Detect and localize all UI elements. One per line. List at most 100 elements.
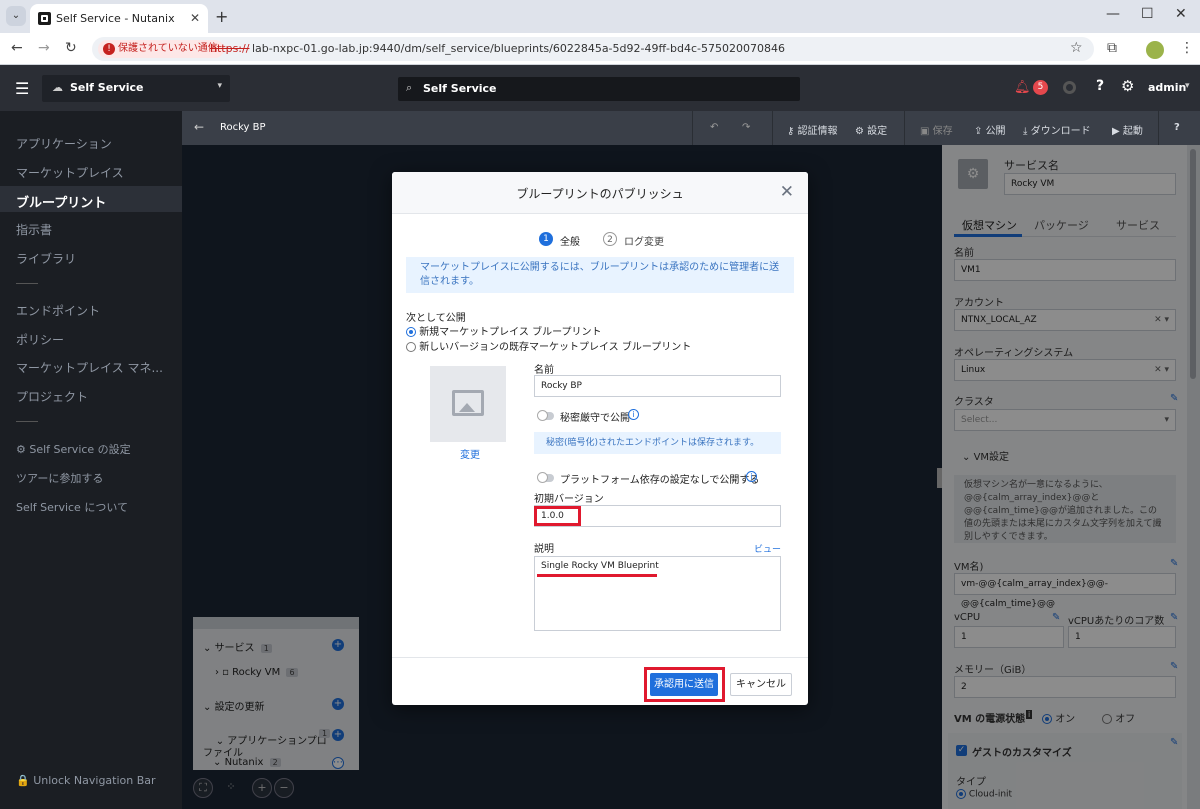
sidebar-item-settings[interactable]: ⚙ Self Service の設定 bbox=[16, 441, 131, 457]
secret-toggle[interactable] bbox=[537, 410, 554, 421]
upload-icon: ⇪ bbox=[974, 126, 986, 137]
step-2-label[interactable]: ログ変更 bbox=[624, 233, 664, 248]
new-tab-button[interactable]: + bbox=[215, 7, 228, 26]
minimize-button[interactable]: — bbox=[1106, 6, 1120, 22]
gear-icon[interactable]: ⚙ bbox=[1121, 77, 1134, 95]
launch-label: 起動 bbox=[1122, 126, 1143, 137]
extensions-icon[interactable]: ⧉ bbox=[1107, 40, 1117, 56]
save-button[interactable]: ▣ 保存 bbox=[920, 122, 953, 137]
info-icon[interactable]: i bbox=[628, 409, 639, 420]
sidebar-item-runbooks[interactable]: 指示書 bbox=[16, 221, 52, 238]
highlight-annotation bbox=[534, 506, 581, 526]
name-label: 名前 bbox=[534, 365, 554, 376]
search-label: Self Service bbox=[423, 82, 497, 95]
maximize-button[interactable]: ☐ bbox=[1141, 6, 1154, 22]
sidebar-item-marketplace[interactable]: マーケットプレイス bbox=[16, 164, 124, 181]
submit-approval-button[interactable]: 承認用に送信 bbox=[650, 673, 718, 696]
download-icon: ⤓ bbox=[1023, 126, 1031, 137]
browser-tab[interactable]: Self Service - Nutanix ✕ bbox=[30, 4, 208, 33]
gear-icon: ⚙ bbox=[855, 126, 868, 137]
description-textarea[interactable]: Single Rocky VM Blueprint bbox=[534, 556, 781, 631]
sidebar-item-tour[interactable]: ツアーに参加する bbox=[16, 470, 103, 486]
profile-avatar[interactable] bbox=[1146, 41, 1164, 59]
help-icon[interactable]: ? bbox=[1096, 78, 1104, 94]
app-name: Self Service bbox=[70, 81, 144, 94]
platform-toggle[interactable] bbox=[537, 472, 554, 483]
sidebar-item-blueprints[interactable]: ブループリント bbox=[16, 192, 106, 211]
browser-tab-bar: ⌄ Self Service - Nutanix ✕ + — ☐ ✕ bbox=[0, 0, 1200, 33]
sidebar-item-policies[interactable]: ポリシー bbox=[16, 331, 64, 348]
chevron-down-icon: ▾ bbox=[1185, 81, 1190, 91]
version-label: 初期バージョン bbox=[534, 494, 604, 505]
browser-menu-icon[interactable]: ⋮ bbox=[1180, 40, 1194, 56]
download-button[interactable]: ⤓ ダウンロード bbox=[1023, 122, 1091, 137]
url-input[interactable]: ! 保護されていない通信 https:// lab-nxpc-01.go-lab… bbox=[92, 37, 1094, 61]
sidebar: アプリケーション マーケットプレイス ブループリント 指示書 ライブラリ エンド… bbox=[0, 111, 182, 809]
info-icon[interactable]: i bbox=[746, 471, 757, 482]
publish-button[interactable]: ⇪ 公開 bbox=[974, 122, 1006, 137]
hamburger-menu-icon[interactable]: ☰ bbox=[15, 79, 29, 98]
image-icon bbox=[452, 390, 484, 416]
sidebar-item-about[interactable]: Self Service について bbox=[16, 499, 128, 515]
forward-button[interactable]: → bbox=[38, 40, 50, 56]
undo-icon[interactable]: ↶ bbox=[710, 122, 718, 133]
publish-as-label: 次として公開 bbox=[406, 313, 466, 324]
blueprint-image-placeholder bbox=[430, 366, 506, 442]
tab-close-icon[interactable]: ✕ bbox=[190, 11, 200, 25]
save-label: 保存 bbox=[932, 126, 953, 137]
option-existing-radio[interactable]: 新しいバージョンの既存マーケットプレイス ブループリント bbox=[406, 338, 691, 353]
key-icon: ⚷ bbox=[787, 126, 798, 137]
option-new-radio[interactable]: 新規マーケットプレイス ブループリント bbox=[406, 323, 601, 338]
redo-icon[interactable]: ↷ bbox=[742, 122, 750, 133]
preview-link[interactable]: ビュー bbox=[754, 542, 781, 555]
dialog-title: ブループリントのパブリッシュ bbox=[516, 187, 684, 201]
app-switcher[interactable]: ☁ Self Service ▾ bbox=[42, 75, 230, 102]
app-header: ☰ ☁ Self Service ▾ ⌕ Self Service 🔔︎ 5 ?… bbox=[0, 65, 1200, 111]
cloud-icon: ☁ bbox=[52, 81, 63, 94]
radio-icon bbox=[406, 342, 416, 352]
tab-title: Self Service - Nutanix bbox=[56, 12, 175, 25]
close-window-button[interactable]: ✕ bbox=[1175, 6, 1187, 22]
sidebar-divider bbox=[16, 283, 38, 284]
sidebar-item-endpoints[interactable]: エンドポイント bbox=[16, 302, 100, 319]
option-existing-label: 新しいバージョンの既存マーケットプレイス ブループリント bbox=[419, 342, 692, 353]
global-search[interactable]: ⌕ Self Service bbox=[398, 77, 800, 101]
blueprint-name-input[interactable]: Rocky BP bbox=[534, 375, 781, 397]
settings-button[interactable]: ⚙ 設定 bbox=[855, 122, 887, 137]
publish-blueprint-dialog: ブループリントのパブリッシュ ✕ 1 全般 2 ログ変更 マーケットプレイスに公… bbox=[392, 172, 808, 705]
bell-icon[interactable]: 🔔︎ bbox=[1014, 80, 1031, 95]
address-bar-row: ← → ↻ ! 保護されていない通信 https:// lab-nxpc-01.… bbox=[0, 33, 1200, 65]
change-image-link[interactable]: 変更 bbox=[460, 446, 480, 461]
sidebar-item-applications[interactable]: アプリケーション bbox=[16, 135, 112, 152]
sidebar-item-library[interactable]: ライブラリ bbox=[16, 250, 76, 267]
step-1-indicator[interactable]: 1 bbox=[539, 232, 553, 246]
help-icon[interactable]: ? bbox=[1174, 122, 1180, 133]
credentials-label: 認証情報 bbox=[797, 126, 838, 137]
user-menu[interactable]: admin bbox=[1148, 81, 1186, 94]
bookmark-star-icon[interactable]: ☆ bbox=[1070, 40, 1083, 56]
option-new-label: 新規マーケットプレイス ブループリント bbox=[419, 327, 602, 338]
tab-search-button[interactable]: ⌄ bbox=[6, 6, 26, 26]
sidebar-item-marketplace-manager[interactable]: マーケットプレイス マネ... bbox=[16, 359, 163, 376]
toolbar-divider bbox=[692, 111, 693, 145]
underline-annotation bbox=[537, 574, 657, 577]
back-arrow-icon[interactable]: ← bbox=[194, 120, 204, 134]
sidebar-item-projects[interactable]: プロジェクト bbox=[16, 388, 88, 405]
unlock-navigation-bar[interactable]: 🔒 Unlock Navigation Bar bbox=[16, 774, 156, 787]
download-label: ダウンロード bbox=[1030, 126, 1091, 137]
notification-badge[interactable]: 5 bbox=[1033, 80, 1048, 95]
reload-button[interactable]: ↻ bbox=[65, 40, 77, 56]
close-icon[interactable]: ✕ bbox=[780, 182, 794, 202]
cancel-button[interactable]: キャンセル bbox=[730, 673, 792, 696]
step-2-indicator[interactable]: 2 bbox=[603, 232, 617, 246]
play-icon: ▶ bbox=[1112, 126, 1123, 137]
task-status-icon[interactable] bbox=[1063, 81, 1076, 94]
sidebar-divider bbox=[16, 421, 38, 422]
credentials-button[interactable]: ⚷ 認証情報 bbox=[787, 122, 838, 137]
description-label: 説明 bbox=[534, 544, 554, 555]
launch-button[interactable]: ▶ 起動 bbox=[1112, 122, 1143, 137]
step-1-label[interactable]: 全般 bbox=[560, 233, 580, 248]
url-protocol: https:// bbox=[210, 42, 250, 55]
not-secure-badge[interactable]: ! 保護されていない通信 bbox=[98, 40, 224, 58]
back-button[interactable]: ← bbox=[11, 40, 23, 56]
